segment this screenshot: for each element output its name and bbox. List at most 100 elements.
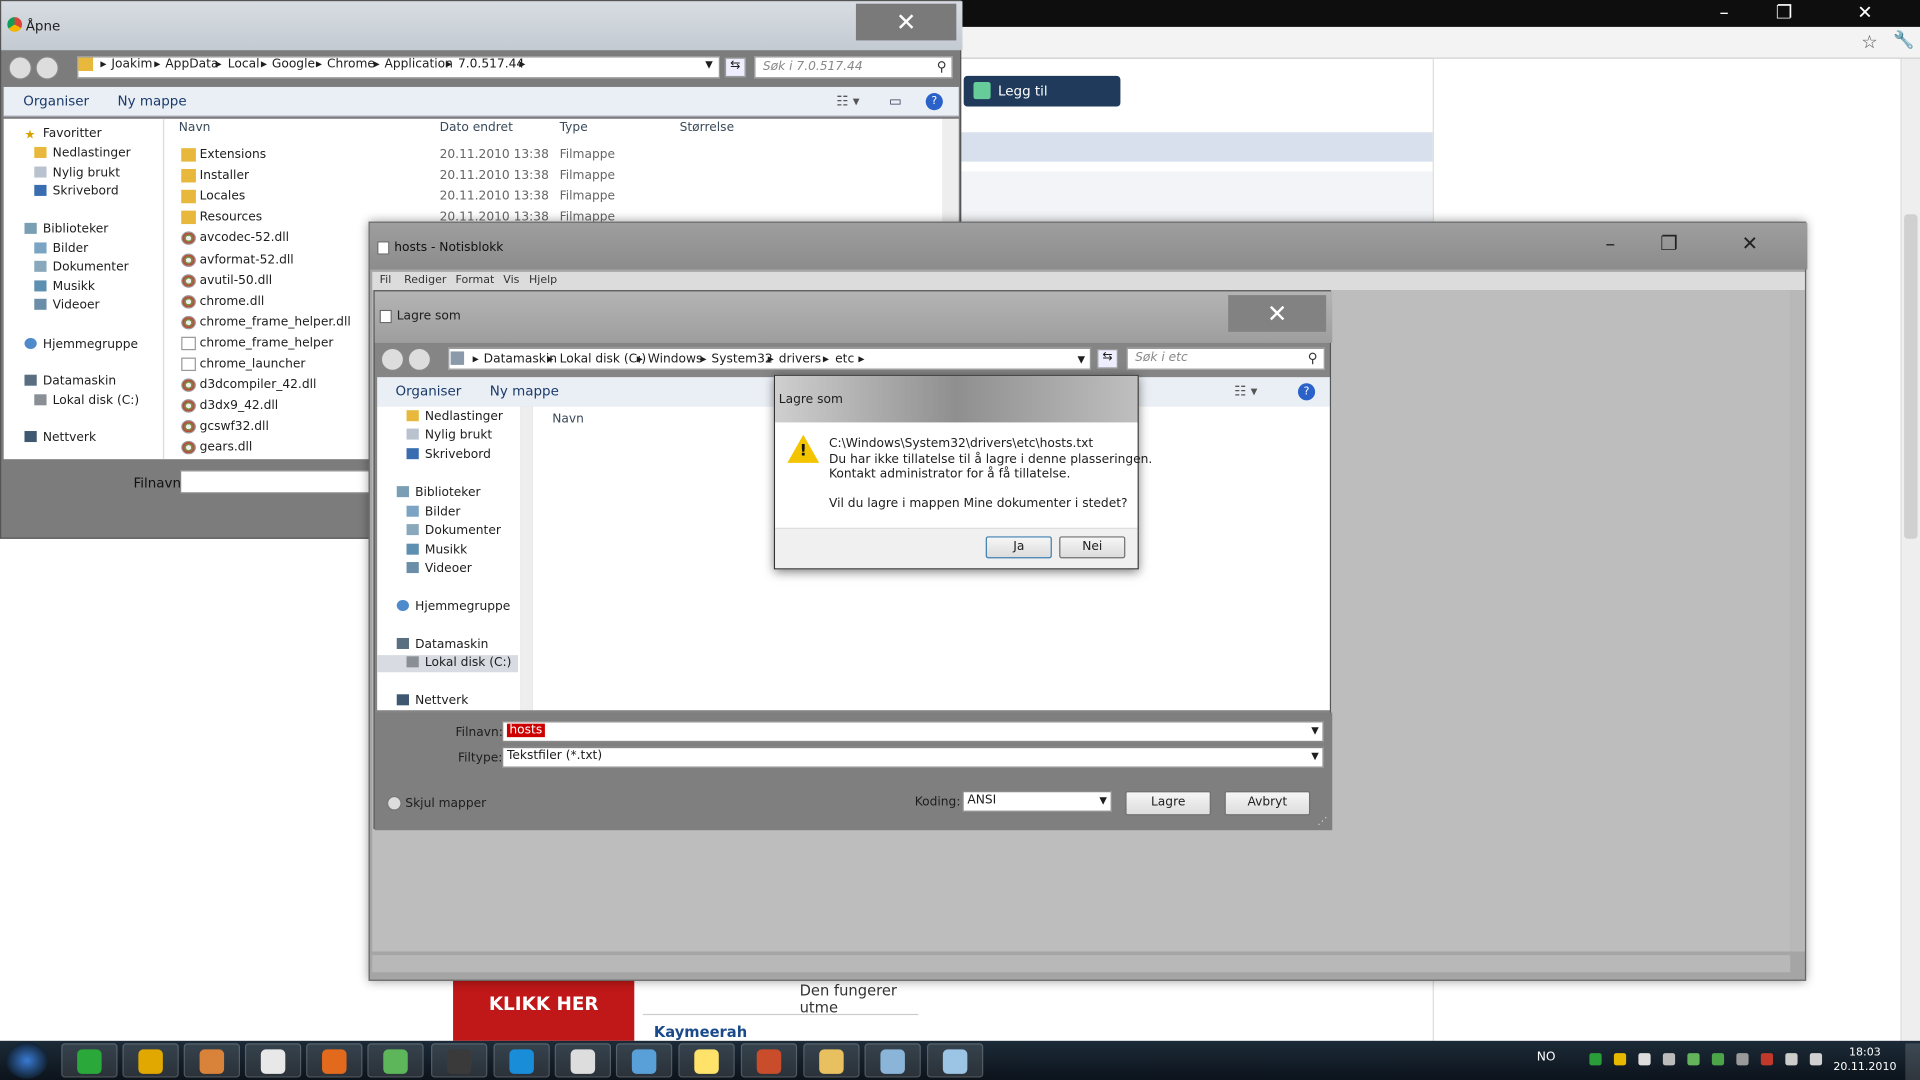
browser-close-button[interactable]: ✕ xyxy=(1834,0,1895,27)
col-name[interactable]: Navn xyxy=(552,413,584,426)
crumb-application[interactable]: Application xyxy=(384,58,452,71)
volume-tray-icon[interactable] xyxy=(1809,1053,1823,1066)
filename-input[interactable]: hosts ▼ xyxy=(502,721,1324,743)
col-name[interactable]: Navn xyxy=(179,121,211,134)
notepad-taskbar-button[interactable] xyxy=(926,1043,984,1078)
refresh-icon[interactable]: ⇆ xyxy=(724,57,746,78)
view-icon[interactable]: ☷ ▾ xyxy=(1234,383,1257,399)
crumb-version[interactable]: 7.0.517.44 xyxy=(458,58,524,71)
preview-pane-icon[interactable]: ▭ xyxy=(889,93,902,109)
bookmark-star-icon[interactable]: ☆ xyxy=(1861,31,1877,53)
nav-recent[interactable]: Nylig brukt xyxy=(34,166,120,180)
game-taskbar-button[interactable] xyxy=(740,1043,798,1078)
chevron-down-icon[interactable]: ▼ xyxy=(1078,354,1086,365)
nav-music[interactable]: Musikk xyxy=(34,280,95,294)
skype-taskbar-button[interactable] xyxy=(493,1043,550,1078)
folder-taskbar-button[interactable] xyxy=(803,1043,860,1078)
nav-favorites[interactable]: ★ Favoritter xyxy=(24,127,101,142)
notepad-maximize-button[interactable]: ❐ xyxy=(1641,227,1697,261)
browser-maximize-button[interactable]: ❐ xyxy=(1753,0,1814,27)
crumb-etc[interactable]: etc xyxy=(835,353,854,366)
utorrent-tray-icon[interactable] xyxy=(1589,1053,1602,1066)
forward-button[interactable] xyxy=(407,347,432,372)
crumb-local[interactable]: Local xyxy=(228,58,260,71)
col-type[interactable]: Type xyxy=(560,121,588,134)
message-titlebar[interactable]: Lagre som xyxy=(775,375,1138,423)
pinwheel-taskbar-button[interactable] xyxy=(554,1043,612,1078)
crumb-joakim[interactable]: Joakim xyxy=(111,58,152,71)
nav-homegroup[interactable]: Hjemmegruppe xyxy=(24,337,138,351)
nav-documents[interactable]: Dokumenter xyxy=(34,260,129,274)
clock[interactable]: 18:03 20.11.2010 xyxy=(1832,1046,1898,1075)
save-button[interactable]: Lagre xyxy=(1125,791,1212,816)
col-size[interactable]: Størrelse xyxy=(680,121,735,134)
help-icon[interactable]: ? xyxy=(1297,383,1316,401)
crumb-windows[interactable]: Windows xyxy=(648,353,703,366)
back-button[interactable] xyxy=(380,347,405,372)
nav-network[interactable]: Nettverk xyxy=(396,694,468,708)
crumb-computer[interactable]: Datamaskin xyxy=(484,353,557,366)
chrome-taskbar-button[interactable] xyxy=(122,1043,179,1078)
encoding-select[interactable]: ANSI ▼ xyxy=(962,791,1112,812)
nav-videos[interactable]: Videoer xyxy=(34,298,100,312)
crumb-appdata[interactable]: AppData xyxy=(165,58,218,71)
save-nav-scrollbar[interactable] xyxy=(520,406,533,711)
nav-downloads[interactable]: Nedlastinger xyxy=(406,410,503,424)
browser-scrollbar[interactable] xyxy=(1900,58,1920,1041)
search-icon[interactable]: ⚲ xyxy=(1308,350,1318,366)
speech-tray-icon[interactable] xyxy=(1638,1053,1651,1066)
search-icon[interactable]: ⚲ xyxy=(937,59,947,75)
nav-desktop[interactable]: Skrivebord xyxy=(406,448,491,462)
chevron-down-icon[interactable]: ▼ xyxy=(705,59,713,70)
menu-format[interactable]: Format xyxy=(456,274,495,286)
new-folder-button[interactable]: Ny mappe xyxy=(490,383,559,399)
back-button[interactable] xyxy=(8,56,32,80)
steam-taskbar-button[interactable] xyxy=(431,1043,488,1078)
game-tray-icon[interactable] xyxy=(1662,1053,1676,1066)
table-row[interactable]: Extensions 20.11.2010 13:38 Filmappe xyxy=(163,146,934,167)
show-desktop-button[interactable] xyxy=(1905,1043,1920,1080)
filetype-select[interactable]: Tekstfiler (*.txt) ▼ xyxy=(502,746,1324,768)
nav-local-disk[interactable]: Lokal disk (C:) xyxy=(377,655,518,673)
nav-network[interactable]: Nettverk xyxy=(24,431,96,444)
nav-downloads[interactable]: Nedlastinger xyxy=(34,146,131,160)
network-tray-icon[interactable] xyxy=(1785,1053,1798,1066)
nav-computer[interactable]: Datamaskin xyxy=(24,374,116,388)
flag-tray-icon[interactable] xyxy=(1760,1053,1774,1066)
nav-local-disk[interactable]: Lokal disk (C:) xyxy=(34,394,139,408)
open-dialog-titlebar[interactable]: Åpne xyxy=(1,1,963,51)
nav-computer[interactable]: Datamaskin xyxy=(396,637,488,651)
nav-pictures[interactable]: Bilder xyxy=(406,505,460,519)
nav-pictures[interactable]: Bilder xyxy=(34,242,88,256)
open-search-input[interactable]: Søk i 7.0.517.44 xyxy=(754,56,953,79)
media-player-taskbar-button[interactable] xyxy=(183,1043,241,1078)
notepad-hscrollbar[interactable] xyxy=(372,955,1791,973)
open-dialog-close-button[interactable]: ✕ xyxy=(855,3,957,41)
crumb-local-disk[interactable]: Lokal disk (C:) xyxy=(560,353,647,366)
language-indicator[interactable]: NO xyxy=(1537,1051,1556,1064)
hide-folders-button[interactable]: Skjul mapper xyxy=(386,795,486,811)
menu-view[interactable]: Vis xyxy=(503,274,519,286)
ad-banner[interactable]: KLIKK HER xyxy=(453,977,635,1041)
col-date[interactable]: Dato endret xyxy=(440,121,513,134)
nav-homegroup[interactable]: Hjemmegruppe xyxy=(396,600,510,613)
notepad-minimize-button[interactable]: – xyxy=(1582,227,1638,261)
nav-recent[interactable]: Nylig brukt xyxy=(406,428,492,442)
menu-help[interactable]: Hjelp xyxy=(529,274,557,286)
nav-music[interactable]: Musikk xyxy=(406,543,467,557)
table-row[interactable]: Installer 20.11.2010 13:38 Filmappe xyxy=(163,167,934,188)
chevron-down-icon[interactable]: ▼ xyxy=(1311,725,1319,736)
nav-videos[interactable]: Videoer xyxy=(406,562,472,576)
notepad-vscrollbar[interactable] xyxy=(1790,290,1805,952)
crumb-system32[interactable]: System32 xyxy=(711,353,772,366)
firefox-taskbar-button[interactable] xyxy=(306,1043,363,1078)
browser-minimize-button[interactable]: – xyxy=(1693,0,1754,27)
open-filename-input[interactable] xyxy=(180,470,370,494)
cancel-button[interactable]: Avbryt xyxy=(1224,791,1311,816)
browser-scroll-thumb[interactable] xyxy=(1904,214,1918,539)
save-search-input[interactable]: Søk i etc xyxy=(1126,347,1325,370)
nav-libraries[interactable]: Biblioteker xyxy=(396,486,481,500)
crumb-chrome[interactable]: Chrome xyxy=(327,58,375,71)
help-icon[interactable]: ? xyxy=(925,93,943,111)
forward-button[interactable] xyxy=(35,56,59,80)
